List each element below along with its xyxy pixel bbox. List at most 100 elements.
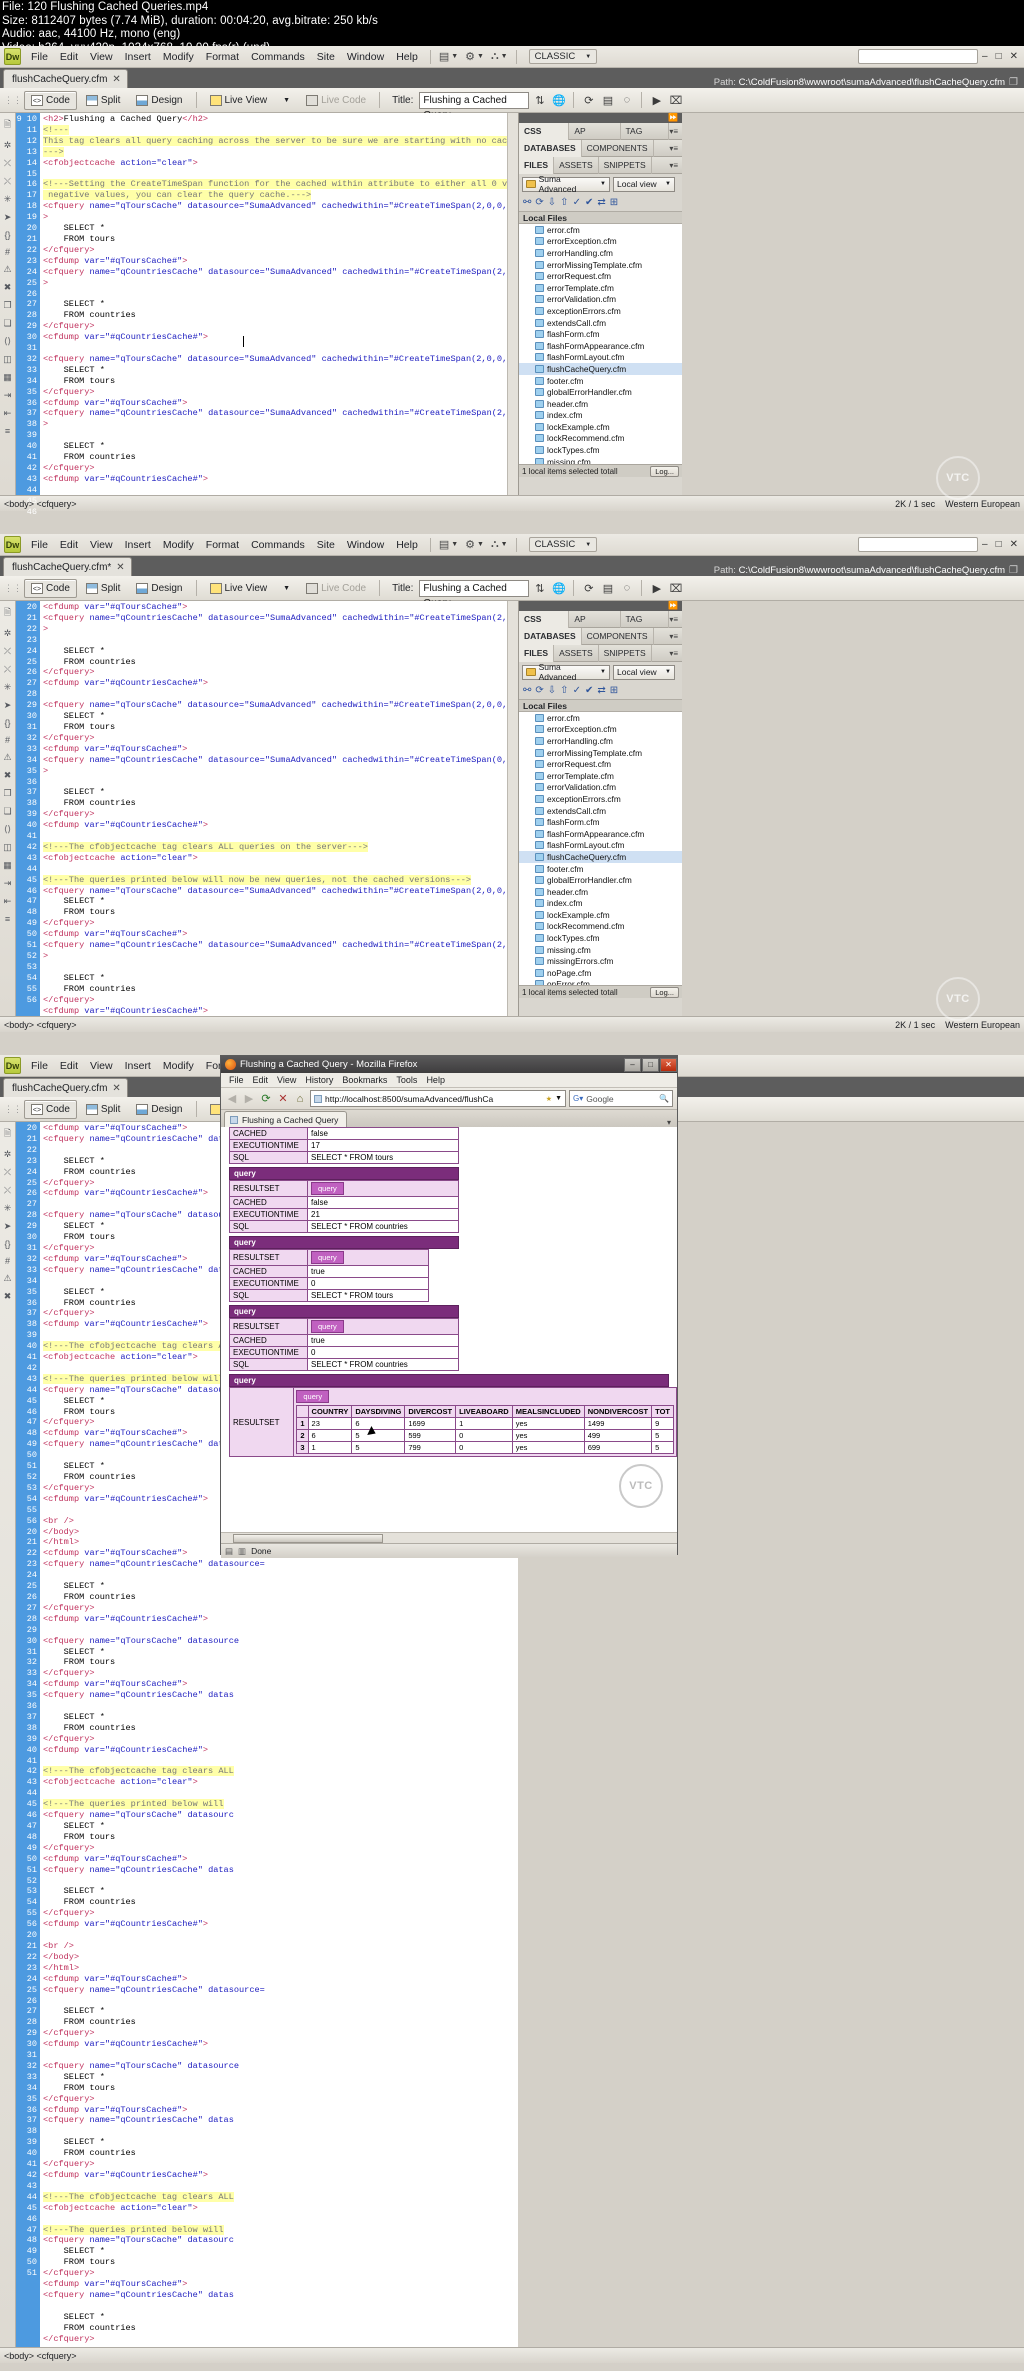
design-view-button-2[interactable]: Design bbox=[129, 579, 189, 598]
recent-snippets-icon-2[interactable]: ◫ bbox=[3, 842, 12, 853]
apply-comment-icon[interactable]: ❐ bbox=[3, 300, 11, 311]
search-engine-icon[interactable]: G▾ bbox=[573, 1094, 583, 1103]
code-view-button-3[interactable]: Code bbox=[24, 1099, 77, 1119]
list-item[interactable]: header.cfm bbox=[519, 398, 682, 410]
column-header[interactable]: DIVERCOST bbox=[404, 1405, 457, 1418]
scrollbar-thumb[interactable] bbox=[233, 1533, 383, 1543]
code-view-button-2[interactable]: Code bbox=[24, 578, 77, 598]
check-in-icon[interactable]: ✔ bbox=[585, 197, 593, 208]
browser-tab[interactable]: Flushing a Cached Query bbox=[224, 1111, 348, 1127]
firefox-menu-history[interactable]: History bbox=[301, 1075, 337, 1085]
close-tab-icon-2[interactable]: ✕ bbox=[116, 562, 124, 573]
balance-braces-icon[interactable]: {} bbox=[4, 230, 10, 240]
syntax-error-icon-3[interactable]: ✖ bbox=[4, 1291, 12, 1302]
visual-aids-icon[interactable]: ◌ bbox=[618, 92, 635, 109]
view-select[interactable]: Local view ▼ bbox=[613, 176, 675, 192]
menu-item-help-2[interactable]: Help bbox=[390, 537, 424, 553]
collapse-full-tag-icon-3[interactable]: ⤫ bbox=[4, 1167, 11, 1178]
restore-down-icon-2[interactable]: ❐ bbox=[1009, 565, 1018, 576]
expand-all-icon-3[interactable]: ✳ bbox=[4, 1203, 12, 1214]
minimize-icon-2[interactable]: – bbox=[982, 539, 988, 550]
preview-browser-icon-2[interactable]: 🌐 bbox=[550, 580, 567, 597]
resultset-grid[interactable]: COUNTRY DAYSDIVING DIVERCOST LIVEABOARD MEAL… bbox=[296, 1405, 674, 1454]
move-css-icon-2[interactable]: ▦ bbox=[3, 860, 12, 871]
syntax-error-icon[interactable]: ✖ bbox=[4, 282, 12, 293]
page-content[interactable]: CACHED false EXECUTIONTIME 17 SQL SELECT * FR… bbox=[221, 1127, 677, 1532]
query-header[interactable]: query bbox=[229, 1167, 459, 1180]
live-view-button-2[interactable]: Live View bbox=[203, 579, 275, 598]
column-header[interactable]: NONDIVERCOST bbox=[583, 1405, 653, 1418]
site-select[interactable]: Suma Advanced ▼ bbox=[522, 174, 610, 194]
tab-list-dropdown-icon[interactable]: ▾ bbox=[661, 1118, 677, 1127]
refresh-icon-2[interactable]: ⟳ bbox=[580, 580, 597, 597]
firefox-menu-edit[interactable]: Edit bbox=[249, 1075, 273, 1085]
indent-code-icon[interactable]: ⇥ bbox=[4, 390, 12, 401]
list-item[interactable]: footer.cfm bbox=[519, 863, 682, 875]
list-item[interactable]: index.cfm bbox=[519, 410, 682, 422]
outdent-code-icon-2[interactable]: ⇤ bbox=[4, 896, 12, 907]
select-parent-tag-icon[interactable]: ➤ bbox=[4, 212, 12, 223]
code-editor-middle[interactable]: <cfdump var="#qToursCache#"> <cfquery nam… bbox=[40, 601, 518, 1016]
list-item[interactable]: lockExample.cfm bbox=[519, 909, 682, 921]
debug-icon-2[interactable]: ▶ bbox=[648, 580, 665, 597]
firefox-maximize-button[interactable]: □ bbox=[642, 1057, 659, 1072]
code-vertical-scrollbar-2[interactable] bbox=[507, 601, 518, 1016]
tab-assets-2[interactable]: ASSETS bbox=[554, 644, 599, 662]
check-out-icon[interactable]: ✓ bbox=[573, 197, 581, 208]
select-parent-tag-icon-2[interactable]: ➤ bbox=[4, 700, 12, 711]
tab-databases[interactable]: DATABASES bbox=[519, 139, 582, 157]
reference-icon-2[interactable]: ▤ bbox=[599, 580, 616, 597]
syntax-error-icon-2[interactable]: ✖ bbox=[4, 770, 12, 781]
workspace-switcher-2[interactable]: CLASSIC ▼ bbox=[528, 537, 598, 552]
list-item[interactable]: errorException.cfm bbox=[519, 724, 682, 736]
collapse-selection-icon-3[interactable]: ⤬ bbox=[4, 1185, 11, 1196]
list-item[interactable]: flashFormAppearance.cfm bbox=[519, 828, 682, 840]
file-management-side-icon-3[interactable]: ✲ bbox=[4, 1149, 12, 1160]
tab-css-styles[interactable]: CSS STYLES bbox=[519, 122, 570, 153]
menu-item-modify-2[interactable]: Modify bbox=[157, 537, 200, 553]
tab-components[interactable]: COMPONENTS bbox=[582, 139, 654, 157]
query-badge[interactable]: query bbox=[296, 1390, 330, 1403]
column-header[interactable]: LIVEABOARD bbox=[455, 1405, 513, 1418]
home-icon[interactable]: ⌂ bbox=[293, 1093, 307, 1105]
validate-icon[interactable]: ⌧ bbox=[667, 92, 684, 109]
menu-item-format-2[interactable]: Format bbox=[200, 537, 245, 553]
collapse-full-tag-icon-2[interactable]: ⤫ bbox=[4, 646, 11, 657]
list-item[interactable]: missing.cfm bbox=[519, 456, 682, 464]
balance-braces-icon-3[interactable]: {} bbox=[4, 1239, 10, 1249]
menu-item-edit[interactable]: Edit bbox=[54, 49, 84, 65]
menu-item-modify[interactable]: Modify bbox=[157, 49, 200, 65]
synchronize-icon-2[interactable]: ⇄ bbox=[597, 685, 605, 696]
list-item[interactable]: lockRecommend.cfm bbox=[519, 921, 682, 933]
stop-icon[interactable]: ✕ bbox=[276, 1092, 290, 1105]
bookmark-star-icon[interactable]: ★ bbox=[546, 1095, 552, 1103]
list-item[interactable]: errorRequest.cfm bbox=[519, 270, 682, 282]
tag-selector-3[interactable]: <body> <cfquery> bbox=[4, 2351, 77, 2361]
split-view-button-3[interactable]: Split bbox=[79, 1100, 127, 1119]
dock-expand-icon-2[interactable]: ⏩ bbox=[519, 601, 682, 611]
document-tab-2[interactable]: flushCacheQuery.cfm* ✕ bbox=[3, 557, 132, 576]
firefox-menu-file[interactable]: File bbox=[225, 1075, 248, 1085]
menu-item-modify-3[interactable]: Modify bbox=[157, 1058, 200, 1074]
close-icon-2[interactable]: ✕ bbox=[1010, 539, 1018, 550]
document-tab-3[interactable]: flushCacheQuery.cfm ✕ bbox=[3, 1078, 128, 1097]
reload-icon[interactable]: ⟳ bbox=[259, 1092, 273, 1105]
address-bar[interactable]: http://localhost:8500/sumaAdvanced/flush… bbox=[310, 1090, 566, 1107]
remove-comment-icon-2[interactable]: ❏ bbox=[3, 806, 11, 817]
list-item[interactable]: lockExample.cfm bbox=[519, 421, 682, 433]
refresh-files-icon[interactable]: ⟳ bbox=[535, 197, 543, 208]
restore-down-icon[interactable]: ❐ bbox=[1009, 77, 1018, 88]
list-item[interactable]: errorException.cfm bbox=[519, 236, 682, 248]
validate-icon-2[interactable]: ⌧ bbox=[667, 580, 684, 597]
collapse-selection-icon[interactable]: ⤬ bbox=[4, 176, 11, 187]
format-source-icon-2[interactable]: ≡ bbox=[5, 914, 10, 924]
move-css-icon[interactable]: ▦ bbox=[3, 372, 12, 383]
connect-icon-2[interactable]: ⚯ bbox=[523, 685, 531, 696]
list-item[interactable]: noPage.cfm bbox=[519, 967, 682, 979]
list-item[interactable]: errorTemplate.cfm bbox=[519, 282, 682, 294]
column-header[interactable]: DAYSDIVING bbox=[351, 1405, 406, 1418]
menu-item-insert-2[interactable]: Insert bbox=[119, 537, 157, 553]
list-item[interactable]: flushCacheQuery.cfm bbox=[519, 851, 682, 863]
connect-icon[interactable]: ⚯ bbox=[523, 197, 531, 208]
document-tab[interactable]: flushCacheQuery.cfm ✕ bbox=[3, 69, 128, 88]
